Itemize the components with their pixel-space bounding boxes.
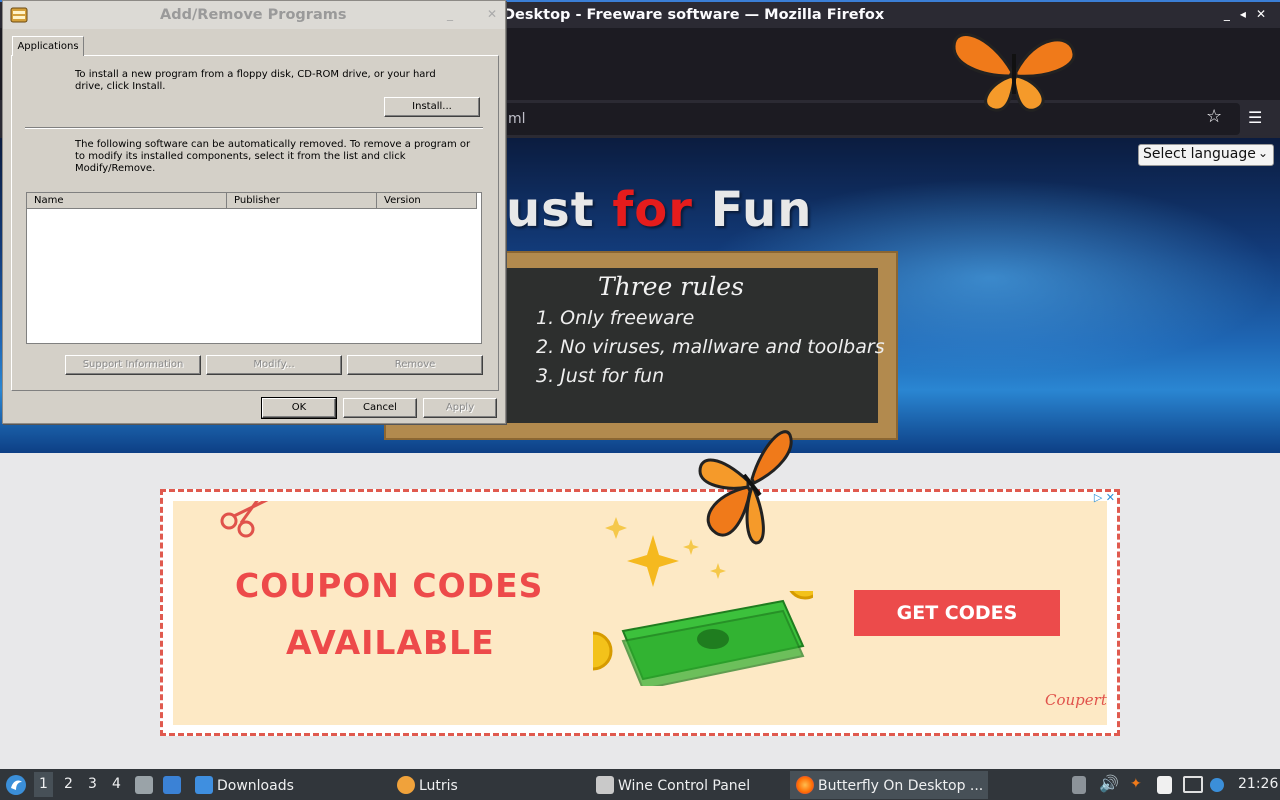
modify-button[interactable]: Modify... (206, 355, 342, 375)
taskbar-item-label: Butterfly On Desktop ... (818, 778, 984, 794)
close-icon[interactable]: ✕ (1256, 7, 1266, 21)
adchoices-icon[interactable]: ▷ ✕ (1094, 491, 1115, 504)
workspace-3[interactable]: 3 (88, 776, 97, 792)
url-bar[interactable]: ml (500, 103, 1240, 135)
taskbar-item-firefox[interactable]: Butterfly On Desktop ... (796, 776, 983, 794)
banner-title: ust for Fun (506, 182, 812, 238)
get-codes-button[interactable]: GET CODES (854, 590, 1060, 636)
taskbar-item-lutris[interactable]: Lutris (397, 776, 458, 794)
folder-icon (195, 776, 213, 794)
rule-item: 3. Just for fun (536, 365, 665, 387)
firefox-window-title: Desktop - Freeware software — Mozilla Fi… (503, 7, 885, 23)
taskbar-item-downloads[interactable]: Downloads (195, 776, 294, 794)
notes-tray-icon[interactable] (1157, 776, 1176, 794)
taskbar-item-label: Wine Control Panel (618, 778, 751, 794)
ad-headline-2: AVAILABLE (286, 623, 495, 662)
workspace-1[interactable]: 1 (34, 772, 53, 797)
banner-part2: for (612, 182, 693, 238)
column-header-version[interactable]: Version (377, 193, 477, 209)
language-select[interactable]: Select language ⌄ (1138, 144, 1274, 166)
minimize-icon[interactable]: _ (447, 7, 453, 21)
url-text: ml (508, 111, 526, 127)
workspace-2[interactable]: 2 (64, 776, 73, 792)
install-button[interactable]: Install... (384, 97, 480, 117)
workspace-4[interactable]: 4 (112, 776, 121, 792)
lutris-icon (397, 776, 415, 794)
support-information-button[interactable]: Support Information (65, 355, 201, 375)
column-header-publisher[interactable]: Publisher (227, 193, 377, 209)
rule-item: 2. No viruses, mallware and toolbars (536, 336, 885, 358)
control-panel-icon (10, 7, 28, 23)
ok-button[interactable]: OK (261, 397, 337, 419)
taskbar-item-wine-control-panel[interactable]: Wine Control Panel (596, 776, 750, 794)
taskbar-item-label: Downloads (217, 778, 294, 794)
coupon-ad[interactable]: COUPON CODES AVAILABLE GET CODES Coupert… (160, 489, 1120, 736)
add-remove-programs-dialog[interactable]: Add/Remove Programs _ ✕ Applications To … (2, 0, 506, 424)
banner-part3: Fun (692, 182, 813, 238)
cancel-button[interactable]: Cancel (343, 398, 417, 418)
language-select-label: Select language (1143, 146, 1256, 162)
butterfly-icon (952, 33, 1076, 112)
updates-tray-icon[interactable] (1210, 776, 1228, 792)
butterfly-tray-icon[interactable]: ✦ (1130, 776, 1142, 792)
bookmark-star-icon[interactable]: ☆ (1206, 106, 1222, 127)
chalkboard-title: Three rules (598, 272, 744, 301)
firefox-icon (796, 776, 814, 794)
install-instructions: To install a new program from a floppy d… (75, 69, 436, 92)
desktop-launcher-icon[interactable] (163, 776, 185, 794)
apply-button[interactable]: Apply (423, 398, 497, 418)
installed-programs-list[interactable]: Name Publisher Version (26, 192, 482, 344)
banner-part1: ust (506, 182, 613, 238)
dialog-titlebar[interactable]: Add/Remove Programs _ ✕ (3, 1, 505, 29)
money-stack-icon (593, 591, 813, 686)
scissors-icon (220, 501, 269, 538)
tab-applications[interactable]: Applications (12, 36, 84, 56)
minimize-icon[interactable]: _ (1224, 7, 1230, 21)
volume-icon[interactable]: 🔊 (1099, 774, 1119, 793)
column-header-name[interactable]: Name (27, 193, 227, 209)
dialog-title: Add/Remove Programs (160, 7, 347, 23)
firefox-window-controls: _ ◂ ✕ (1224, 7, 1266, 21)
butterfly-icon (698, 430, 793, 545)
start-menu-icon[interactable] (5, 774, 27, 796)
wine-icon (596, 776, 614, 794)
ad-content: COUPON CODES AVAILABLE GET CODES Coupert (173, 501, 1107, 725)
close-icon[interactable]: ✕ (487, 7, 497, 21)
ad-headline-1: COUPON CODES (235, 566, 544, 605)
taskbar-item-label: Lutris (419, 778, 458, 794)
network-icon[interactable] (1183, 776, 1207, 793)
remove-button[interactable]: Remove (347, 355, 483, 375)
clock[interactable]: 21:26 (1238, 776, 1278, 792)
divider (25, 127, 483, 129)
rule-item: 1. Only freeware (536, 307, 695, 329)
file-manager-launcher-icon[interactable] (135, 776, 157, 794)
hamburger-menu-icon[interactable]: ☰ (1248, 108, 1262, 127)
remove-instructions: The following software can be automatica… (75, 139, 471, 174)
clipboard-tray-icon[interactable] (1072, 776, 1090, 794)
chevron-down-icon: ⌄ (1257, 146, 1268, 160)
coupert-logo: Coupert (1045, 691, 1107, 709)
restore-icon[interactable]: ◂ (1240, 7, 1246, 21)
taskbar: 1 2 3 4 Downloads Lutris Wine Control Pa… (0, 769, 1280, 800)
